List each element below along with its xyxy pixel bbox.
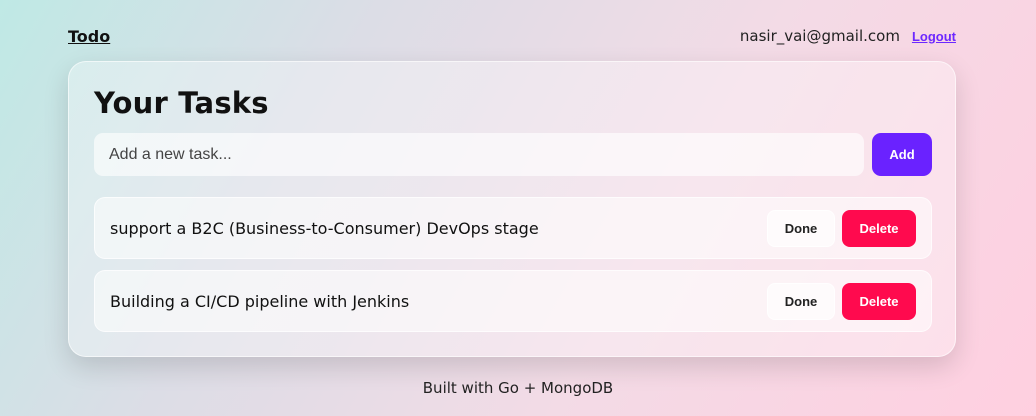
new-task-form: Add bbox=[94, 133, 932, 176]
add-task-button[interactable]: Add bbox=[872, 133, 932, 176]
footer-text: Built with Go + MongoDB bbox=[422, 379, 614, 397]
page-title: Your Tasks bbox=[94, 86, 269, 120]
tasks-card: Your Tasks Add support a B2C (Business-t… bbox=[68, 61, 956, 357]
task-actions: Done Delete bbox=[767, 282, 916, 320]
task-text: support a B2C (Business-to-Consumer) Dev… bbox=[110, 218, 539, 238]
user-area: nasir_vai@gmail.com Logout bbox=[740, 27, 956, 45]
task-item: Building a CI/CD pipeline with Jenkins D… bbox=[94, 270, 932, 332]
top-bar: Todo nasir_vai@gmail.com Logout bbox=[68, 22, 956, 50]
task-actions: Done Delete bbox=[767, 209, 916, 247]
user-email: nasir_vai@gmail.com bbox=[739, 27, 900, 45]
done-button[interactable]: Done bbox=[767, 209, 835, 247]
logout-link[interactable]: Logout bbox=[912, 29, 956, 44]
delete-button[interactable]: Delete bbox=[842, 209, 916, 247]
brand-link[interactable]: Todo bbox=[68, 27, 110, 46]
done-button[interactable]: Done bbox=[767, 282, 835, 320]
task-text: Building a CI/CD pipeline with Jenkins bbox=[110, 291, 410, 311]
delete-button[interactable]: Delete bbox=[842, 282, 916, 320]
new-task-input[interactable] bbox=[94, 133, 864, 176]
task-list: support a B2C (Business-to-Consumer) Dev… bbox=[94, 197, 932, 343]
task-item: support a B2C (Business-to-Consumer) Dev… bbox=[94, 197, 932, 259]
